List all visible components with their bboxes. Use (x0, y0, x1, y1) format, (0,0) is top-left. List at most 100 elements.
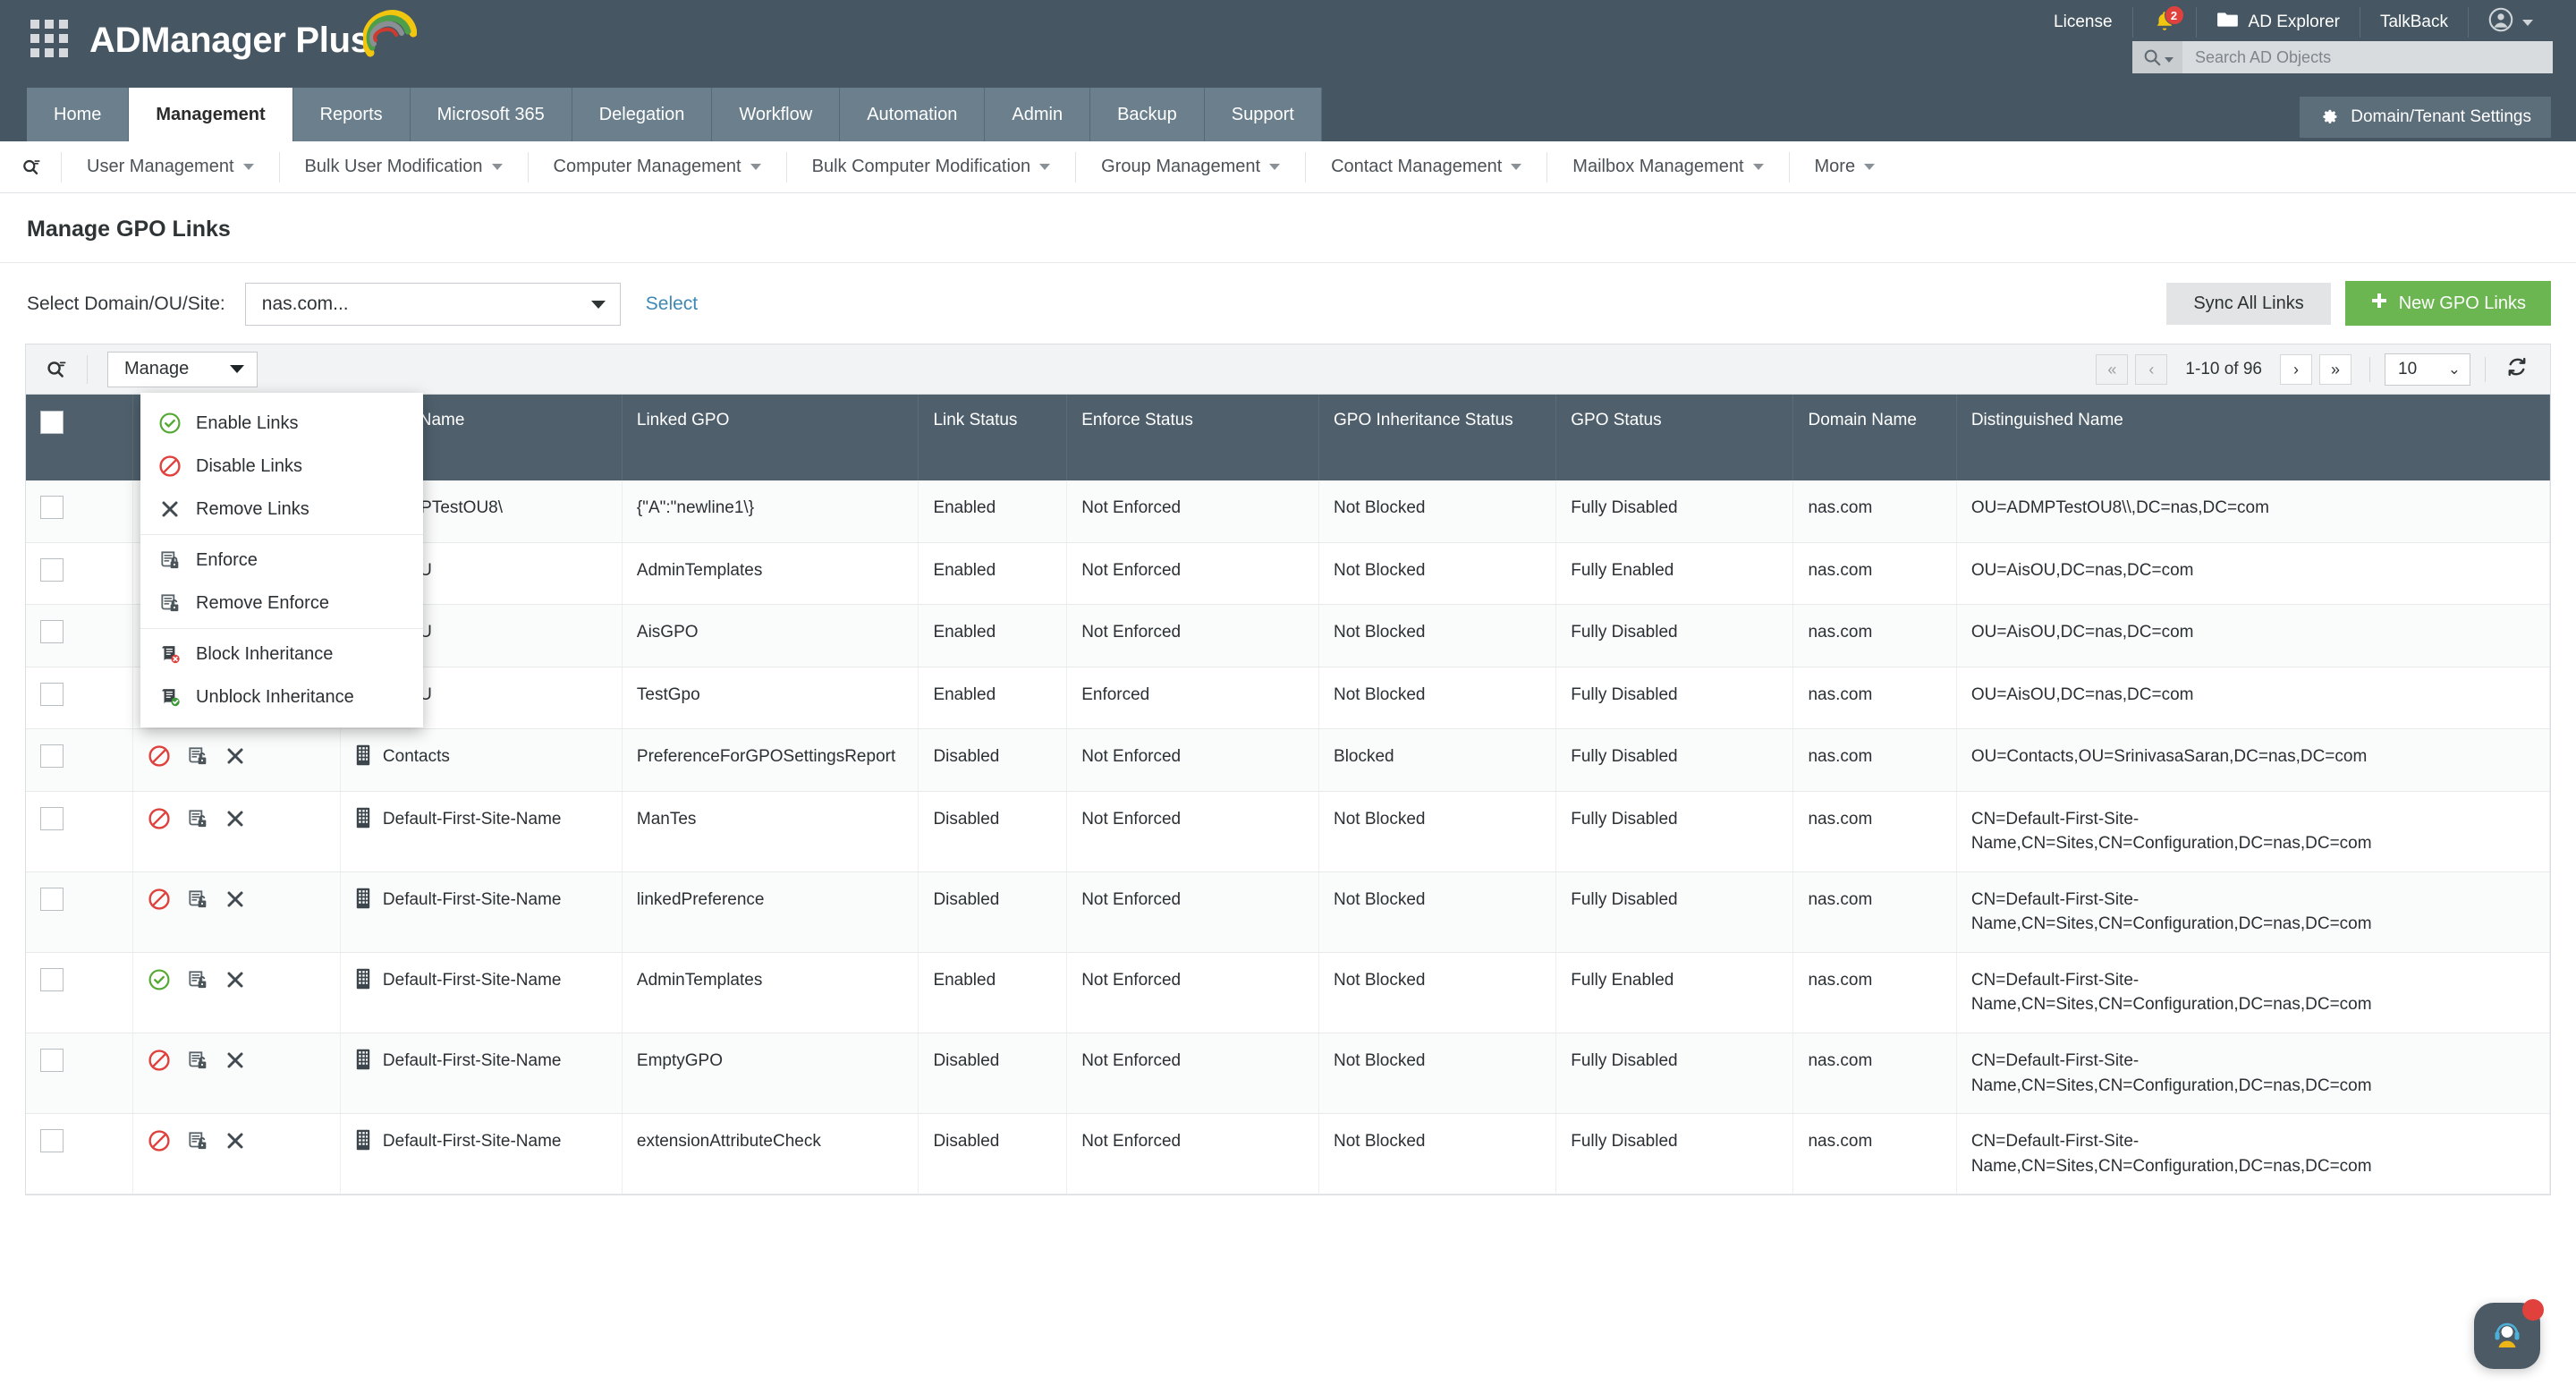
x-mark-icon[interactable] (225, 888, 246, 910)
table-row[interactable]: Default-First-Site-NameextensionAttribut… (26, 1114, 2550, 1194)
first-page-button[interactable]: « (2096, 354, 2128, 385)
tab-management[interactable]: Management (129, 88, 292, 141)
subnav-more[interactable]: More (1789, 152, 1901, 183)
tab-label: Workflow (739, 105, 812, 125)
select-link[interactable]: Select (646, 293, 698, 315)
folder-icon (2216, 11, 2240, 34)
new-gpo-links-button[interactable]: New GPO Links (2345, 281, 2551, 326)
subnav-mailbox-management[interactable]: Mailbox Management (1546, 152, 1788, 183)
tab-delegation[interactable]: Delegation (572, 88, 713, 141)
cell-domain-name: nas.com (1793, 667, 1956, 729)
x-mark-icon[interactable] (225, 1050, 246, 1071)
subnav-bulk-computer-modification[interactable]: Bulk Computer Modification (786, 152, 1076, 183)
page-size-select[interactable]: 10 ⌄ (2385, 353, 2470, 386)
block-circle-red-icon[interactable] (148, 744, 171, 768)
tab-automation[interactable]: Automation (840, 88, 985, 141)
cell-inheritance-status: Not Blocked (1319, 605, 1556, 667)
license-link[interactable]: License (2034, 7, 2132, 38)
subnav-contact-management[interactable]: Contact Management (1305, 152, 1546, 183)
menu-item-block-inheritance[interactable]: Block Inheritance (140, 633, 423, 676)
bell-icon: 2 (2153, 9, 2176, 36)
notifications-button[interactable]: 2 (2132, 7, 2196, 38)
menu-item-disable-links[interactable]: Disable Links (140, 445, 423, 488)
tab-label: Support (1232, 105, 1294, 125)
prev-page-button[interactable]: ‹ (2135, 354, 2167, 385)
search-filter-icon[interactable] (46, 355, 88, 384)
document-unlock-icon[interactable] (186, 888, 209, 911)
menu-item-enforce[interactable]: Enforce (140, 539, 423, 582)
document-unlock-icon[interactable] (186, 1049, 209, 1072)
block-circle-red-icon[interactable] (148, 888, 171, 911)
ad-explorer-link[interactable]: AD Explorer (2196, 7, 2360, 38)
domain-tenant-settings-button[interactable]: Domain/Tenant Settings (2300, 97, 2551, 138)
next-page-button[interactable]: › (2280, 354, 2312, 385)
search-input[interactable] (2182, 48, 2553, 67)
menu-item-enable-links[interactable]: Enable Links (140, 402, 423, 445)
menu-item-remove-enforce[interactable]: Remove Enforce (140, 582, 423, 625)
cell-distinguished-name: CN=Default-First-Site-Name,CN=Sites,CN=C… (1956, 1033, 2549, 1114)
row-checkbox[interactable] (40, 968, 64, 991)
tab-microsoft-365[interactable]: Microsoft 365 (411, 88, 572, 141)
cell-link-status: Disabled (919, 729, 1067, 792)
row-checkbox[interactable] (40, 1049, 64, 1072)
x-mark-icon[interactable] (225, 745, 246, 767)
row-checkbox[interactable] (40, 807, 64, 830)
cell-ou-site-name: Default-First-Site-Name (340, 791, 622, 871)
talkback-link[interactable]: TalkBack (2360, 7, 2468, 38)
subnav-computer-management[interactable]: Computer Management (528, 152, 786, 183)
cell-inheritance-status: Not Blocked (1319, 480, 1556, 542)
ad-search-bar[interactable] (2132, 41, 2553, 73)
row-checkbox[interactable] (40, 888, 64, 911)
row-checkbox[interactable] (40, 744, 64, 768)
cell-linked-gpo: linkedPreference (622, 871, 919, 952)
account-menu[interactable] (2468, 7, 2553, 38)
row-checkbox[interactable] (40, 683, 64, 706)
tab-support[interactable]: Support (1205, 88, 1322, 141)
tab-workflow[interactable]: Workflow (712, 88, 840, 141)
document-unlock-icon[interactable] (186, 807, 209, 830)
check-circle-green-icon[interactable] (148, 968, 171, 991)
search-list-icon[interactable] (13, 157, 61, 177)
tab-reports[interactable]: Reports (293, 88, 411, 141)
document-unlock-icon[interactable] (186, 744, 209, 768)
block-circle-red-icon[interactable] (148, 807, 171, 830)
menu-item-label: Enforce (196, 550, 258, 571)
divider (2369, 357, 2370, 382)
table-row[interactable]: Default-First-Site-NamelinkedPreferenceD… (26, 871, 2550, 952)
grid-apps-icon[interactable] (30, 20, 72, 61)
subnav-group-management[interactable]: Group Management (1075, 152, 1305, 183)
menu-item-unblock-inheritance[interactable]: Unblock Inheritance (140, 676, 423, 718)
last-page-button[interactable]: » (2319, 354, 2351, 385)
row-checkbox[interactable] (40, 620, 64, 643)
tab-admin[interactable]: Admin (985, 88, 1090, 141)
table-row[interactable]: Default-First-Site-NameAdminTemplatesEna… (26, 952, 2550, 1033)
x-mark-icon[interactable] (225, 1130, 246, 1152)
block-circle-red-icon[interactable] (148, 1129, 171, 1152)
x-mark-icon[interactable] (225, 808, 246, 829)
tab-home[interactable]: Home (27, 88, 129, 141)
tab-backup[interactable]: Backup (1090, 88, 1205, 141)
document-unlock-icon[interactable] (186, 968, 209, 991)
select-all-checkbox[interactable] (40, 411, 64, 434)
table-row[interactable]: Default-First-Site-NameEmptyGPODisabledN… (26, 1033, 2550, 1114)
ou-site-name-text: Default-First-Site-Name (383, 1049, 562, 1074)
sync-all-links-button[interactable]: Sync All Links (2166, 283, 2330, 325)
support-chat-button[interactable] (2474, 1303, 2540, 1369)
x-mark-icon[interactable] (225, 969, 246, 990)
th-distinguished-name: Distinguished Name (1956, 395, 2549, 480)
row-checkbox[interactable] (40, 1129, 64, 1152)
search-icon[interactable] (2132, 41, 2182, 73)
manage-dropdown-button[interactable]: Manage (107, 352, 258, 387)
menu-item-remove-links[interactable]: Remove Links (140, 488, 423, 531)
table-row[interactable]: ContactsPreferenceForGPOSettingsReportDi… (26, 729, 2550, 792)
document-unlock-icon[interactable] (186, 1129, 209, 1152)
subnav-bulk-user-modification[interactable]: Bulk User Modification (279, 152, 528, 183)
table-row[interactable]: Default-First-Site-NameManTesDisabledNot… (26, 791, 2550, 871)
block-circle-red-icon[interactable] (148, 1049, 171, 1072)
refresh-icon[interactable] (2500, 355, 2534, 384)
domain-select-dropdown[interactable]: nas.com... (245, 283, 621, 326)
subnav-user-management[interactable]: User Management (61, 152, 279, 183)
row-checkbox[interactable] (40, 496, 64, 519)
th-enforce-status: Enforce Status (1067, 395, 1319, 480)
row-checkbox[interactable] (40, 558, 64, 582)
